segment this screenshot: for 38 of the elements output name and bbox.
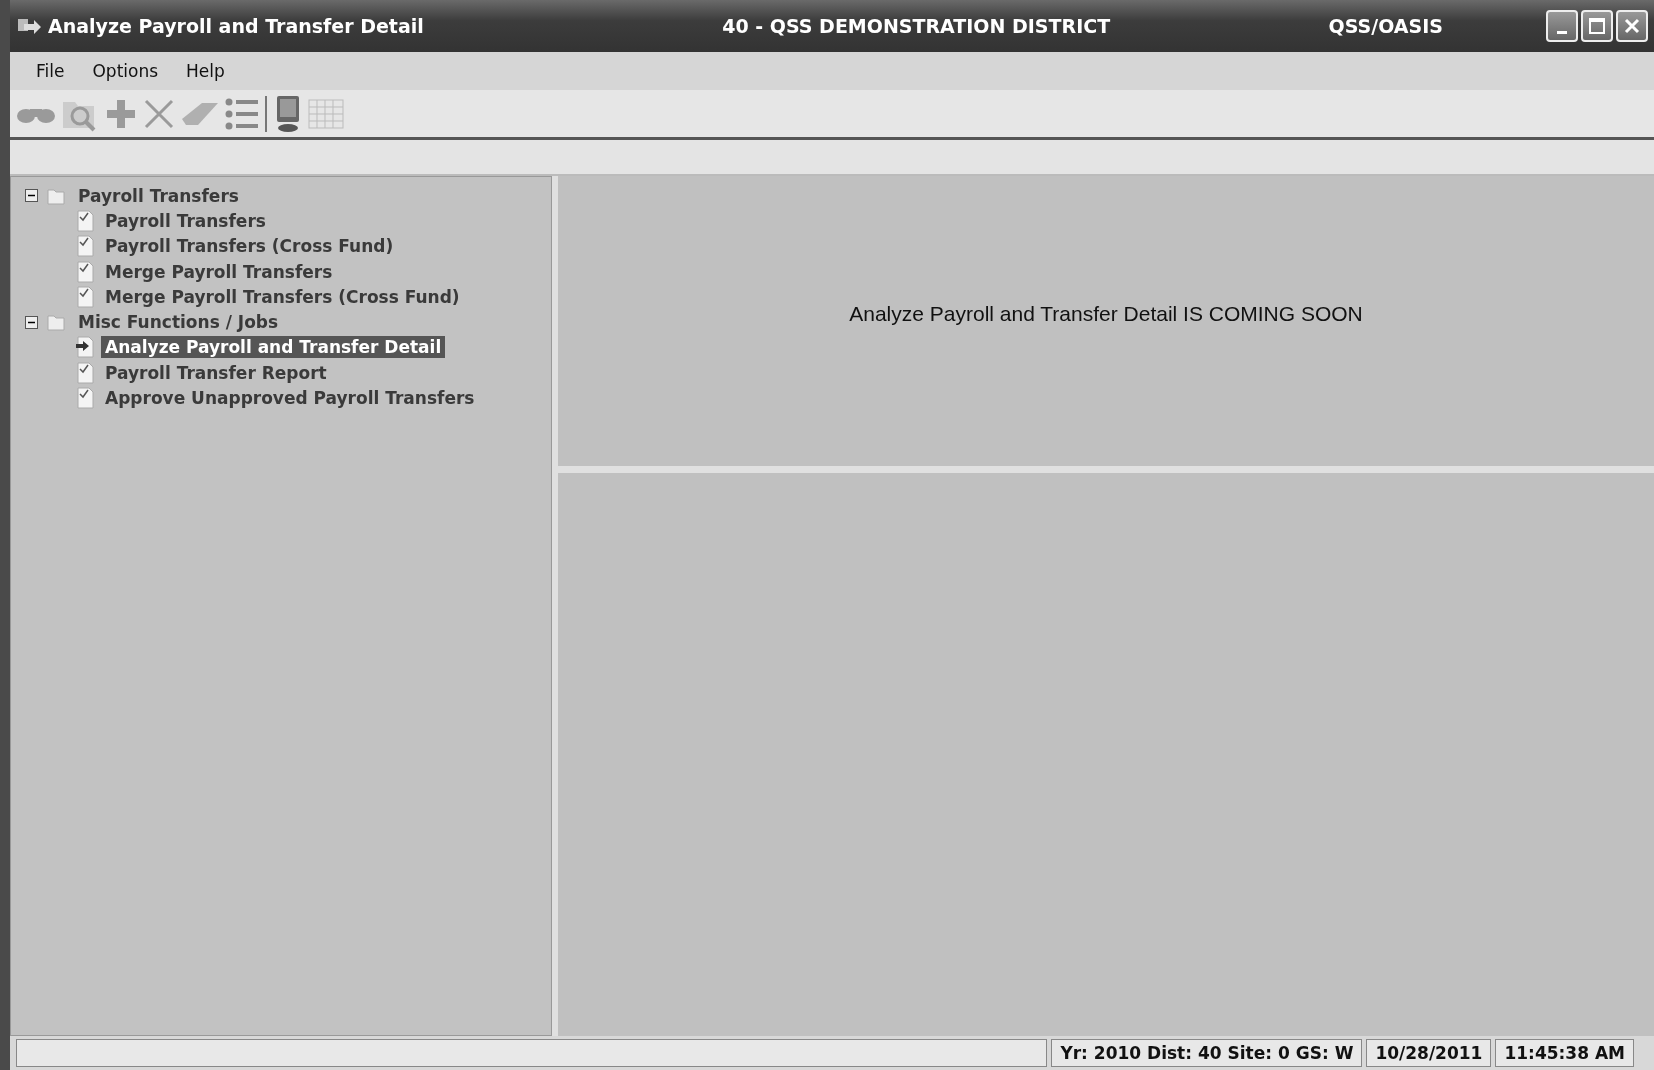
checked-document-icon	[75, 209, 95, 232]
tree-item[interactable]: Payroll Transfers	[101, 209, 270, 232]
close-icon	[1623, 17, 1641, 35]
maximize-button[interactable]	[1581, 10, 1613, 42]
toolbar-separator-icon	[264, 95, 268, 132]
checked-document-icon	[75, 235, 95, 258]
arrow-document-icon	[75, 336, 95, 359]
checked-document-icon	[75, 361, 95, 384]
minimize-icon	[1557, 30, 1567, 34]
tree-item[interactable]: Merge Payroll Transfers	[101, 260, 337, 283]
tree-item[interactable]: Payroll Transfers (Cross Fund)	[101, 235, 398, 258]
tree-item[interactable]: Approve Unapproved Payroll Transfers	[101, 387, 479, 409]
tree-item[interactable]: Payroll Transfer Report	[101, 361, 331, 384]
tree-group[interactable]: Payroll Transfers	[74, 184, 243, 207]
status-cell: Yr: 2010 Dist: 40 Site: 0 GS: W	[1051, 1039, 1363, 1067]
tree-group[interactable]: Misc Functions / Jobs	[74, 311, 283, 334]
tree-item[interactable]: Merge Payroll Transfers (Cross Fund)	[101, 285, 464, 308]
checked-document-icon	[75, 260, 95, 283]
folder-icon	[46, 312, 66, 333]
district-title: 40 - QSS DEMONSTRATION DISTRICT	[722, 15, 1111, 37]
coming-soon-message: Analyze Payroll and Transfer Detail IS COMING SOON	[849, 302, 1363, 327]
menu-item[interactable]: Options	[80, 57, 171, 85]
system-title: QSS/OASIS	[1328, 15, 1443, 37]
checked-document-icon	[75, 387, 95, 409]
maximize-icon	[1588, 17, 1606, 35]
minimize-button[interactable]	[1546, 10, 1578, 42]
checked-document-icon	[75, 285, 95, 308]
close-button[interactable]	[1616, 10, 1648, 42]
collapse-icon[interactable]	[25, 315, 38, 329]
menu-item[interactable]: File	[24, 57, 77, 85]
status-cell: 11:45:38 AM	[1495, 1039, 1634, 1067]
tree-item[interactable]: Analyze Payroll and Transfer Detail	[101, 336, 446, 359]
collapse-icon[interactable]	[25, 189, 38, 203]
status-cell: 10/28/2011	[1366, 1039, 1492, 1067]
list-icon[interactable]	[224, 96, 260, 131]
menu-item[interactable]: Help	[174, 57, 237, 85]
window-title: Analyze Payroll and Transfer Detail	[48, 15, 424, 37]
app-icon	[16, 16, 42, 36]
